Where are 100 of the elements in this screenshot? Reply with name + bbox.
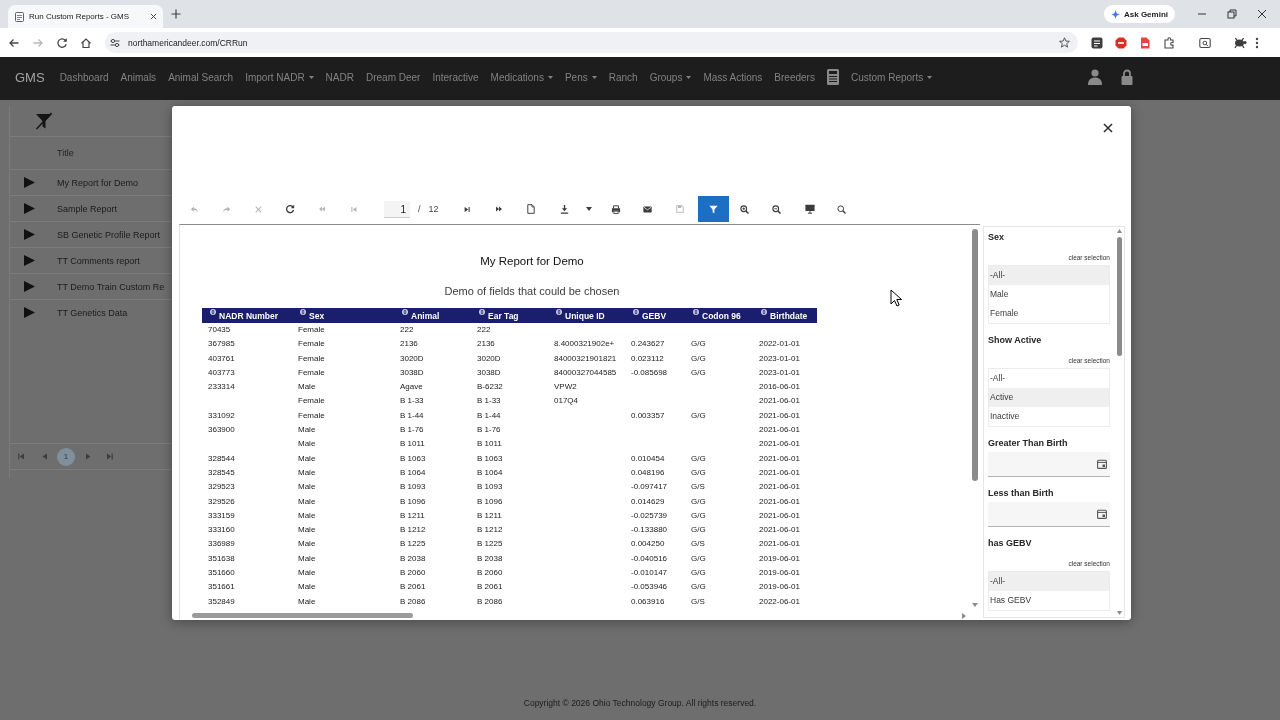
lock-icon[interactable] xyxy=(1121,69,1133,85)
column-header[interactable]: GEBV xyxy=(625,308,685,323)
table-cell-text: 8.4000321902e+ xyxy=(553,338,616,351)
play-icon[interactable] xyxy=(24,307,35,318)
nav-link[interactable]: Import NADR xyxy=(245,71,314,83)
address-field[interactable]: northamericandeer.com/CRRun xyxy=(105,32,1078,53)
home-icon[interactable] xyxy=(80,36,92,49)
zoom-in-icon[interactable] xyxy=(740,204,750,214)
browser-tab[interactable]: Run Custom Reports - GMS xyxy=(8,5,163,28)
download-icon[interactable] xyxy=(560,204,570,214)
tab-search-icon[interactable] xyxy=(1199,36,1211,49)
table-cell-text: Male xyxy=(297,538,317,551)
table-cell-text: 70435 xyxy=(207,324,232,336)
calendar-icon[interactable] xyxy=(1097,459,1107,469)
column-header[interactable]: Codon 96 xyxy=(685,308,753,323)
column-header[interactable]: Unique ID xyxy=(548,308,625,323)
list-option[interactable]: Male xyxy=(989,285,1109,304)
mail-icon[interactable] xyxy=(643,205,653,213)
caret-icon[interactable] xyxy=(585,207,592,211)
fast-forward-icon[interactable] xyxy=(494,206,503,212)
calendar-icon[interactable] xyxy=(1097,509,1107,519)
list-option[interactable]: Active xyxy=(989,388,1109,407)
play-icon[interactable] xyxy=(24,255,35,266)
column-header[interactable]: Sex xyxy=(292,308,394,323)
column-header[interactable]: Birthdate xyxy=(753,308,817,323)
table-cell-text: 336989 xyxy=(207,538,236,551)
table-cell-text: 2023-01-01 xyxy=(758,366,801,379)
scroll-down-arrow-icon[interactable] xyxy=(971,603,978,607)
play-icon[interactable] xyxy=(24,203,35,214)
person-icon[interactable] xyxy=(1088,69,1102,85)
plus-icon[interactable] xyxy=(171,9,181,19)
column-header[interactable]: NADR Number xyxy=(202,308,292,323)
nav-link[interactable]: Custom Reports xyxy=(850,71,933,83)
filter-button[interactable] xyxy=(697,196,729,222)
file-icon[interactable] xyxy=(1139,36,1151,49)
star-icon[interactable] xyxy=(1059,37,1070,48)
column-header[interactable]: Ear Tag xyxy=(471,308,548,323)
page-button[interactable]: 1 xyxy=(57,447,75,466)
tune-icon[interactable] xyxy=(110,37,120,48)
restore-icon[interactable] xyxy=(1227,9,1237,19)
zoom-out-icon[interactable] xyxy=(772,204,782,214)
nav-link[interactable]: Groups xyxy=(649,71,692,83)
printer-icon[interactable] xyxy=(610,204,621,214)
close-icon[interactable] xyxy=(1103,123,1113,133)
nav-link[interactable]: Breeders xyxy=(774,71,815,83)
list-option[interactable]: Has GEBV xyxy=(989,591,1109,610)
nav-link[interactable]: Dream Deer xyxy=(365,71,421,83)
date-field[interactable] xyxy=(988,502,1110,527)
table-cell-text: 233314 xyxy=(207,381,236,394)
page-number-field[interactable]: 1 xyxy=(384,200,410,218)
search-icon[interactable] xyxy=(837,204,847,214)
skip-forward-icon[interactable] xyxy=(463,205,470,213)
monitor-icon[interactable] xyxy=(804,204,815,214)
ask-button[interactable]: Ask Gemini xyxy=(1104,5,1175,23)
nav-link[interactable]: Animals xyxy=(120,71,157,83)
refresh-icon[interactable] xyxy=(285,204,295,214)
back-arrow-icon[interactable] xyxy=(8,36,20,49)
table-cell-text: Male xyxy=(297,381,317,394)
list-option[interactable]: Inactive xyxy=(989,407,1109,426)
brand-name[interactable]: GMS xyxy=(15,69,45,85)
table-cell-text: 351660 xyxy=(207,567,236,580)
date-field[interactable] xyxy=(988,452,1110,477)
note-icon[interactable] xyxy=(1091,36,1103,49)
document-icon[interactable] xyxy=(526,204,535,214)
close-icon[interactable] xyxy=(1257,9,1267,19)
turtle-icon[interactable] xyxy=(1233,36,1247,49)
play-icon[interactable] xyxy=(24,281,35,292)
no-entry-icon[interactable] xyxy=(1115,36,1127,49)
list-option[interactable]: -All- xyxy=(989,369,1109,388)
play-icon[interactable] xyxy=(24,229,35,240)
nav-link[interactable]: Medications xyxy=(490,71,553,83)
table-cell-text: Female xyxy=(297,324,326,336)
scroll-up-arrow-icon[interactable] xyxy=(1117,229,1122,233)
nav-link[interactable]: Animal Search xyxy=(168,71,234,83)
nav-link[interactable]: Dashboard xyxy=(59,71,109,83)
nav-link[interactable]: Pens xyxy=(564,71,597,83)
filter-off-icon[interactable] xyxy=(34,112,54,130)
play-icon[interactable] xyxy=(24,177,35,188)
nav-link[interactable]: Mass Actions xyxy=(703,71,763,83)
scrollbar-thumb[interactable] xyxy=(971,229,978,481)
table-cell-text: 3020D xyxy=(476,352,502,365)
table-cell-text: Male xyxy=(297,581,317,594)
document-icon[interactable] xyxy=(826,69,839,85)
sparkle-icon xyxy=(1111,9,1120,19)
list-option[interactable]: Female xyxy=(989,304,1109,323)
puzzle-icon[interactable] xyxy=(1163,36,1175,49)
scrollbar-thumb[interactable] xyxy=(192,613,413,618)
menu-icon[interactable] xyxy=(1255,36,1259,49)
list-option[interactable]: -All- xyxy=(989,266,1109,285)
scrollbar-thumb[interactable] xyxy=(1117,237,1122,356)
nav-link[interactable]: Ranch xyxy=(608,71,638,83)
scroll-down-arrow-icon[interactable] xyxy=(1117,611,1122,615)
reload-icon[interactable] xyxy=(56,36,68,49)
table-cell-text: 2021-06-01 xyxy=(758,424,801,437)
list-option[interactable]: -All- xyxy=(989,572,1109,591)
nav-link[interactable]: NADR xyxy=(325,71,354,83)
close-tab-icon[interactable] xyxy=(150,13,157,20)
scroll-right-arrow-icon[interactable] xyxy=(962,612,966,619)
nav-link[interactable]: Interactive xyxy=(432,71,479,83)
column-header[interactable]: Animal xyxy=(394,308,471,323)
